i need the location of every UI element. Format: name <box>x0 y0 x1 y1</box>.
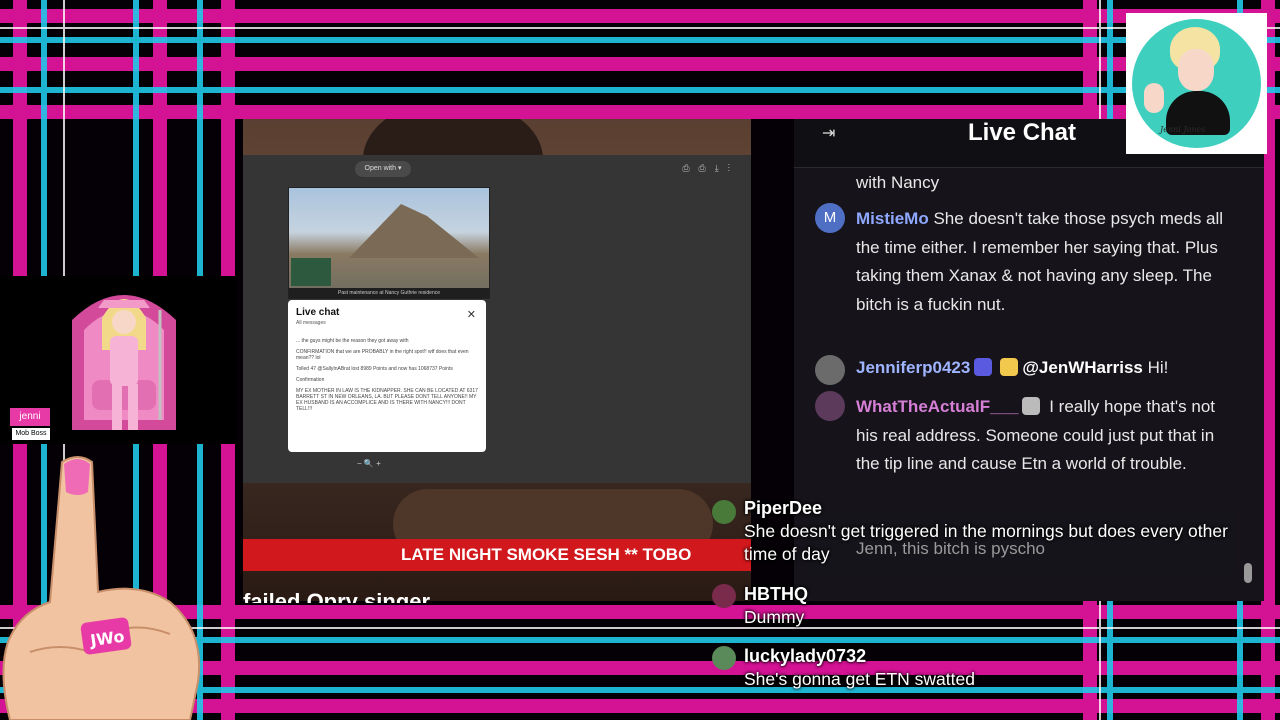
overlay-chat-username: PiperDee <box>744 498 823 518</box>
chat-message: with Nancy <box>856 169 1226 198</box>
zoom-controls-icon: − 🔍 + <box>357 459 381 468</box>
avatar <box>815 391 845 421</box>
streamer-avatar-panel: jenni Mob Boss <box>0 276 237 444</box>
thumbnail-caption: Past maintenance at Nancy Guthrie reside… <box>289 288 489 298</box>
mini-chat-line: Confirmation <box>296 377 325 383</box>
overlay-chat-username: HBTHQ <box>744 584 808 604</box>
chat-message: Jenniferp0423 @JenWHarriss Hi! <box>856 354 1226 383</box>
collapse-chat-icon[interactable]: ⇥ <box>822 123 844 145</box>
viewer-toolbar-icons: ⎙⎙⤓⋮ <box>682 163 739 173</box>
overlay-chat-message: HBTHQ Dummy <box>744 582 1254 629</box>
chat-message: MistieMo She doesn't take those psych me… <box>856 205 1226 319</box>
streamer-name-card: jenni Mob Boss <box>10 408 50 444</box>
close-icon: ✕ <box>466 309 476 321</box>
avatar: M <box>815 203 845 233</box>
chat-message-text: Hi! <box>1147 358 1169 377</box>
overlay-chat-text: She doesn't get triggered in the morning… <box>744 521 1228 564</box>
stream-video: Open with ▾ ⎙⎙⤓⋮ Past maintenance at Nan… <box>243 119 751 601</box>
mountain-shape <box>349 204 479 258</box>
ticker-text: LATE NIGHT SMOKE SESH ** TOBO <box>401 545 692 564</box>
badge-icon <box>1022 397 1041 415</box>
streamer-name: jenni <box>10 408 50 426</box>
chat-username[interactable]: MistieMo <box>856 209 929 228</box>
logo-face <box>1178 49 1214 91</box>
sub-badge-icon <box>1000 358 1019 376</box>
avatar <box>712 584 736 608</box>
overlay-chat-message: PiperDee She doesn't get triggered in th… <box>744 496 1254 566</box>
chat-message-text: with Nancy <box>856 173 940 192</box>
moderator-badge-icon <box>974 358 993 376</box>
overlay-chat-message: luckylady0732 She's gonna get ETN swatte… <box>744 644 1254 691</box>
mini-chat-line: Tolled 47 @SallyInABrat lost 8989 Points… <box>296 366 453 372</box>
overlay-chat-username: luckylady0732 <box>744 646 867 666</box>
overlay-chat-text: She's gonna get ETN swatted <box>744 669 975 689</box>
mini-chat-line: MY EX MOTHER IN LAW IS THE KIDNAPPER. SH… <box>296 388 478 412</box>
logo-hand <box>1144 83 1164 113</box>
throne-avatar-image <box>72 295 176 430</box>
logo-signature: Jenni Jones <box>1160 125 1206 134</box>
channel-logo: Jenni Jones <box>1126 13 1267 154</box>
open-with-button[interactable]: Open with ▾ <box>355 161 411 177</box>
video-subtitle: failed Opry singer <box>243 589 431 603</box>
mini-chat-line: CONFIRMATION that we are PROBABLY in the… <box>296 349 469 361</box>
chat-mention[interactable]: @JenWHarriss <box>1022 358 1143 377</box>
avatar <box>712 500 736 524</box>
mini-chat-title: Live chat <box>296 307 340 318</box>
middle-finger-hand-icon: JWo <box>2 456 201 720</box>
chat-username[interactable]: Jenniferp0423 <box>856 358 970 377</box>
chat-title: Live Chat <box>968 119 1077 146</box>
news-ticker: LATE NIGHT SMOKE SESH ** TOBO <box>243 539 751 571</box>
webcam-inset <box>291 258 331 286</box>
pdf-viewer-capture: Open with ▾ ⎙⎙⤓⋮ Past maintenance at Nan… <box>243 155 751 483</box>
streamer-role: Mob Boss <box>12 428 50 440</box>
avatar <box>815 355 845 385</box>
mini-chat-line: ... the guys might be the reason they go… <box>296 338 409 344</box>
chat-username[interactable]: WhatTheActualF___ <box>856 397 1018 416</box>
chat-message: WhatTheActualF___ I really hope that's n… <box>856 393 1226 479</box>
avatar <box>712 646 736 670</box>
overlay-chat-text: Dummy <box>744 607 805 627</box>
thumbnail-image: Past maintenance at Nancy Guthrie reside… <box>288 187 490 299</box>
mini-live-chat: Live chat All messages ✕ ... the guys mi… <box>288 300 486 452</box>
mini-chat-subtitle: All messages <box>296 320 326 326</box>
scrollbar-thumb[interactable] <box>1244 563 1252 583</box>
